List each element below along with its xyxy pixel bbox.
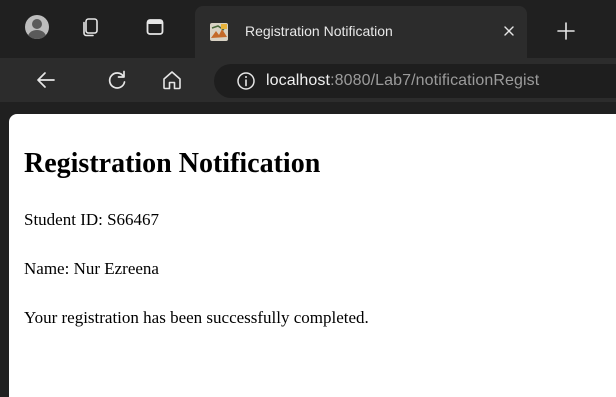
profile-button[interactable] [24,14,50,40]
url-host: localhost [266,72,331,89]
page-viewport: Registration Notification Student ID: S6… [9,114,616,397]
tab-actions-button[interactable] [142,14,168,40]
address-bar[interactable]: localhost:8080/Lab7/notificationRegist [214,64,616,98]
collections-icon [83,18,98,37]
back-arrow-icon [37,72,55,88]
plus-icon [557,22,575,40]
url-path: :8080/Lab7/notificationRegist [330,72,540,89]
navigation-toolbar: localhost:8080/Lab7/notificationRegist [0,58,616,102]
tab-strip: Registration Notification [0,0,616,64]
back-button[interactable] [32,66,60,94]
close-icon [504,26,514,36]
tab-registration-notification[interactable]: Registration Notification [195,6,527,58]
browser-window: Registration Notification localhost:8080… [0,0,616,397]
close-tab-button[interactable] [498,20,520,42]
tab-actions-icon [146,19,164,35]
collections-button[interactable] [77,14,103,40]
home-button[interactable] [158,66,186,94]
new-tab-button[interactable] [553,18,579,44]
success-message: Your registration has been successfully … [24,308,369,327]
student-name-text: Name: Nur Ezreena [24,259,159,278]
tab-title: Registration Notification [245,23,393,39]
reload-button[interactable] [103,66,131,94]
page-title: Registration Notification [24,148,321,179]
profile-avatar-icon [25,15,49,39]
student-id-text: Student ID: S66467 [24,210,160,229]
reload-icon [108,70,126,89]
url-text[interactable]: localhost:8080/Lab7/notificationRegist [266,72,539,90]
home-icon [163,71,181,90]
pdf-favicon-icon [210,23,228,41]
info-icon[interactable] [236,71,256,91]
